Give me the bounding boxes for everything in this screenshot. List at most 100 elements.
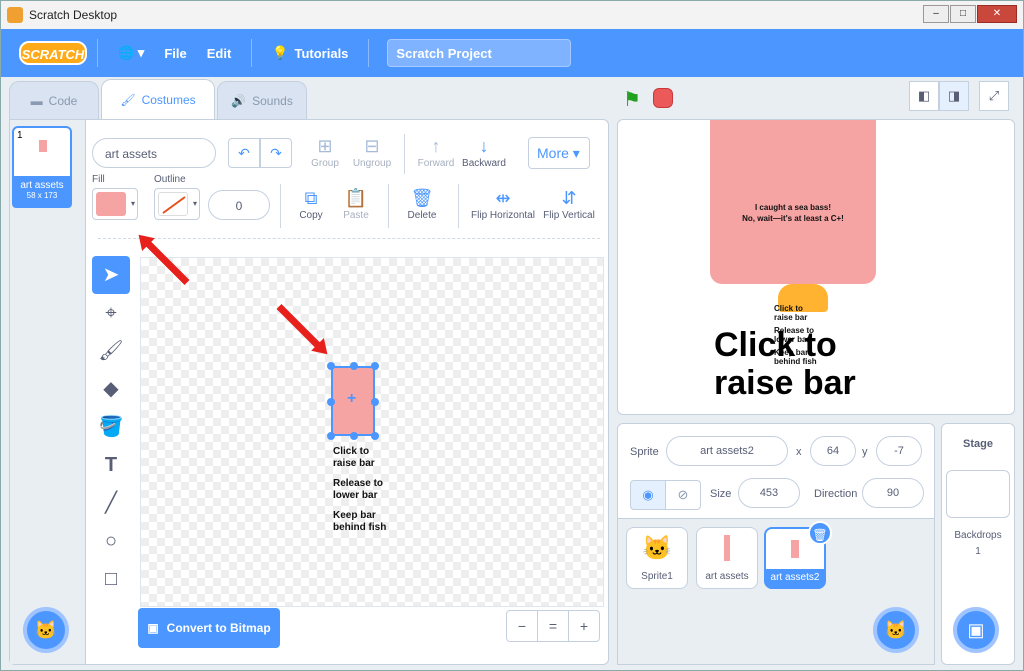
direction-input[interactable]: 90 xyxy=(862,478,924,508)
minimize-button[interactable]: – xyxy=(923,5,949,23)
sprite-name-input[interactable]: art assets2 xyxy=(666,436,788,466)
tab-costumes[interactable]: 🖌 Costumes xyxy=(101,79,215,119)
cat-icon: 🐱 xyxy=(34,620,58,640)
convert-to-bitmap-button[interactable]: ▣ Convert to Bitmap xyxy=(138,608,280,648)
trash-icon: 🗑 xyxy=(410,188,434,208)
undo-button[interactable]: ↶ xyxy=(228,138,260,168)
delete-button[interactable]: 🗑 Delete xyxy=(406,188,438,221)
outline-width-input[interactable]: 0 xyxy=(208,190,270,220)
scratch-app-icon xyxy=(7,7,23,23)
tutorials-button[interactable]: 💡 Tutorials xyxy=(262,45,358,61)
circle-tool-icon[interactable]: ○ xyxy=(92,522,130,560)
paste-button[interactable]: 📋 Paste xyxy=(340,188,372,221)
direction-label: Direction xyxy=(814,488,858,500)
more-button[interactable]: More ▾ xyxy=(528,137,590,169)
close-button[interactable]: ✕ xyxy=(977,5,1017,23)
fill-tool-icon[interactable]: 🪣 xyxy=(92,408,130,446)
resize-handle[interactable] xyxy=(327,398,335,406)
resize-handle[interactable] xyxy=(350,432,358,440)
fill-color-picker[interactable]: ▾ xyxy=(92,188,138,220)
flip-horizontal-button[interactable]: ⇹ Flip Horizontal xyxy=(468,188,538,221)
choose-costume-button[interactable]: 🐱 xyxy=(23,607,69,653)
ungroup-button[interactable]: ⊟ Ungroup xyxy=(350,136,394,169)
tab-code[interactable]: ▬ Code xyxy=(9,81,99,119)
group-button[interactable]: ⊞ Group xyxy=(310,136,340,169)
eye-slash-icon: ⊘ xyxy=(677,487,689,502)
flip-vertical-button[interactable]: ⇵ Flip Vertical xyxy=(540,188,598,221)
resize-handle[interactable] xyxy=(371,362,379,370)
sprite-item[interactable]: art assets xyxy=(696,527,758,589)
arrow-up-icon: ↑ xyxy=(431,136,441,156)
size-input[interactable]: 453 xyxy=(738,478,800,508)
fullscreen-button[interactable]: ⤢ xyxy=(979,81,1009,111)
x-input[interactable]: 64 xyxy=(810,436,856,466)
code-icon: ▬ xyxy=(30,93,43,108)
sprite-label: Sprite xyxy=(630,446,659,458)
scratch-logo[interactable]: SCRATCH xyxy=(19,41,87,65)
sprite-item[interactable]: 🐱 Sprite1 xyxy=(626,527,688,589)
edit-menu[interactable]: Edit xyxy=(197,46,242,61)
zoom-reset-button[interactable]: = xyxy=(537,610,569,642)
image-icon: ▣ xyxy=(967,620,985,640)
stop-icon[interactable] xyxy=(653,88,673,108)
eraser-tool-icon[interactable]: ◆ xyxy=(92,370,130,408)
normal-stage-button[interactable]: ◨ xyxy=(939,81,969,111)
y-label: y xyxy=(862,446,868,458)
maximize-button[interactable]: □ xyxy=(950,5,976,23)
canvas-text-keep: Keep bar behind fish xyxy=(333,510,387,533)
canvas-text-release: Release to lower bar xyxy=(333,478,384,501)
fill-label: Fill xyxy=(92,174,105,185)
costume-name-input[interactable]: art assets xyxy=(92,138,216,168)
resize-handle[interactable] xyxy=(327,432,335,440)
green-flag-icon[interactable]: ⚑ xyxy=(623,87,641,112)
window-title: Scratch Desktop xyxy=(29,8,118,22)
zoom-in-button[interactable]: + xyxy=(568,610,600,642)
costume-editor: 1 art assets 58 x 173 art assets ↶ ↷ ⊞ Gro… xyxy=(9,119,609,665)
delete-sprite-button[interactable]: 🗑 xyxy=(808,521,832,545)
stage[interactable]: I caught a sea bass! No, wait—it's at lea… xyxy=(617,119,1015,415)
x-label: x xyxy=(796,446,802,458)
resize-handle[interactable] xyxy=(371,432,379,440)
choose-sprite-button[interactable]: 🐱 xyxy=(873,607,919,653)
paint-canvas[interactable]: + Click to raise bar Release to lower bar … xyxy=(140,257,604,607)
file-menu[interactable]: File xyxy=(154,46,196,61)
redo-button[interactable]: ↷ xyxy=(260,138,292,168)
choose-backdrop-button[interactable]: ▣ xyxy=(953,607,999,653)
outline-label: Outline xyxy=(154,174,186,185)
costume-item[interactable]: 1 art assets 58 x 173 xyxy=(12,126,72,208)
backward-button[interactable]: ↓ Backward xyxy=(460,136,508,169)
hide-sprite-button[interactable]: ⊘ xyxy=(665,480,701,510)
project-title-input[interactable]: Scratch Project xyxy=(387,39,572,67)
line-tool-icon[interactable]: ╱ xyxy=(92,484,130,522)
selected-rectangle[interactable]: + xyxy=(327,362,379,440)
costume-thumbnail xyxy=(36,138,50,168)
show-sprite-button[interactable]: ◉ xyxy=(630,480,666,510)
rectangle-tool-icon[interactable]: □ xyxy=(92,560,130,598)
speaker-icon: 🔊 xyxy=(231,93,247,108)
fill-swatch xyxy=(96,192,126,216)
backdrops-label: Backdrops xyxy=(954,530,1002,541)
outline-color-picker[interactable]: ▾ xyxy=(154,188,200,220)
zoom-out-button[interactable]: − xyxy=(506,610,538,642)
small-stage-button[interactable]: ◧ xyxy=(909,81,939,111)
resize-handle[interactable] xyxy=(350,362,358,370)
stage-thumbnail xyxy=(946,470,1010,518)
resize-handle[interactable] xyxy=(327,362,335,370)
resize-handle[interactable] xyxy=(371,398,379,406)
language-menu[interactable]: 🌐 ▾ xyxy=(108,45,154,61)
select-tool-icon[interactable]: ➤ xyxy=(92,256,130,294)
backdrops-count: 1 xyxy=(975,546,981,557)
eye-icon: ◉ xyxy=(642,487,654,502)
costume-list: 1 art assets 58 x 173 xyxy=(10,120,86,664)
costume-size: 58 x 173 xyxy=(26,191,58,200)
chevron-down-icon: ▾ xyxy=(130,199,135,208)
chevron-down-icon: ▾ xyxy=(192,199,197,208)
reshape-tool-icon[interactable]: ⌖ xyxy=(92,294,130,332)
size-label: Size xyxy=(710,488,732,500)
text-tool-icon[interactable]: T xyxy=(92,446,130,484)
tab-sounds[interactable]: 🔊 Sounds xyxy=(217,81,307,119)
brush-tool-icon[interactable]: 🖌 xyxy=(92,332,130,370)
forward-button[interactable]: ↑ Forward xyxy=(414,136,458,169)
y-input[interactable]: -7 xyxy=(876,436,922,466)
copy-button[interactable]: ⧉ Copy xyxy=(296,188,326,221)
